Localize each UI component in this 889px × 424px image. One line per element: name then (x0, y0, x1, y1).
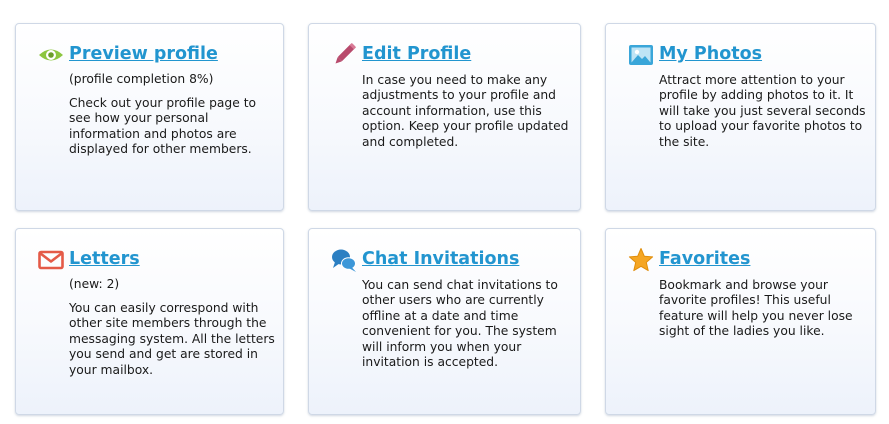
card-favorites[interactable]: Favorites Bookmark and browse your favor… (605, 228, 876, 415)
chat-invitations-description: You can send chat invitations to other u… (362, 278, 558, 370)
edit-profile-link[interactable]: Edit Profile (362, 42, 471, 66)
chat-bubbles-icon[interactable] (331, 247, 357, 273)
letters-new-count: (new: 2) (69, 277, 120, 291)
card-my-photos[interactable]: My Photos Attract more attention to your… (605, 23, 876, 211)
profile-completion-text: (profile completion 8%) (69, 72, 214, 86)
card-edit-profile[interactable]: Edit Profile In case you need to make an… (308, 23, 581, 211)
star-icon[interactable] (628, 247, 654, 273)
my-photos-description: Attract more attention to your profile b… (659, 73, 866, 149)
card-chat-invitations[interactable]: Chat Invitations You can send chat invit… (308, 228, 581, 415)
card-letters[interactable]: Letters (new: 2) You can easily correspo… (15, 228, 284, 415)
letters-description: You can easily correspond with other sit… (69, 301, 275, 377)
letters-link[interactable]: Letters (69, 247, 140, 271)
eye-icon[interactable] (38, 42, 64, 68)
preview-profile-description: Check out your profile page to see how y… (69, 96, 257, 157)
preview-profile-link[interactable]: Preview profile (69, 42, 218, 66)
card-preview-profile[interactable]: Preview profile (profile completion 8%) … (15, 23, 284, 211)
envelope-icon[interactable] (38, 247, 64, 273)
photo-icon[interactable] (628, 42, 654, 68)
edit-profile-description: In case you need to make any adjustments… (362, 73, 569, 149)
pencil-icon[interactable] (331, 42, 357, 68)
favorites-link[interactable]: Favorites (659, 247, 750, 271)
favorites-description: Bookmark and browse your favorite profil… (659, 278, 853, 339)
my-photos-link[interactable]: My Photos (659, 42, 762, 66)
chat-invitations-link[interactable]: Chat Invitations (362, 247, 519, 271)
